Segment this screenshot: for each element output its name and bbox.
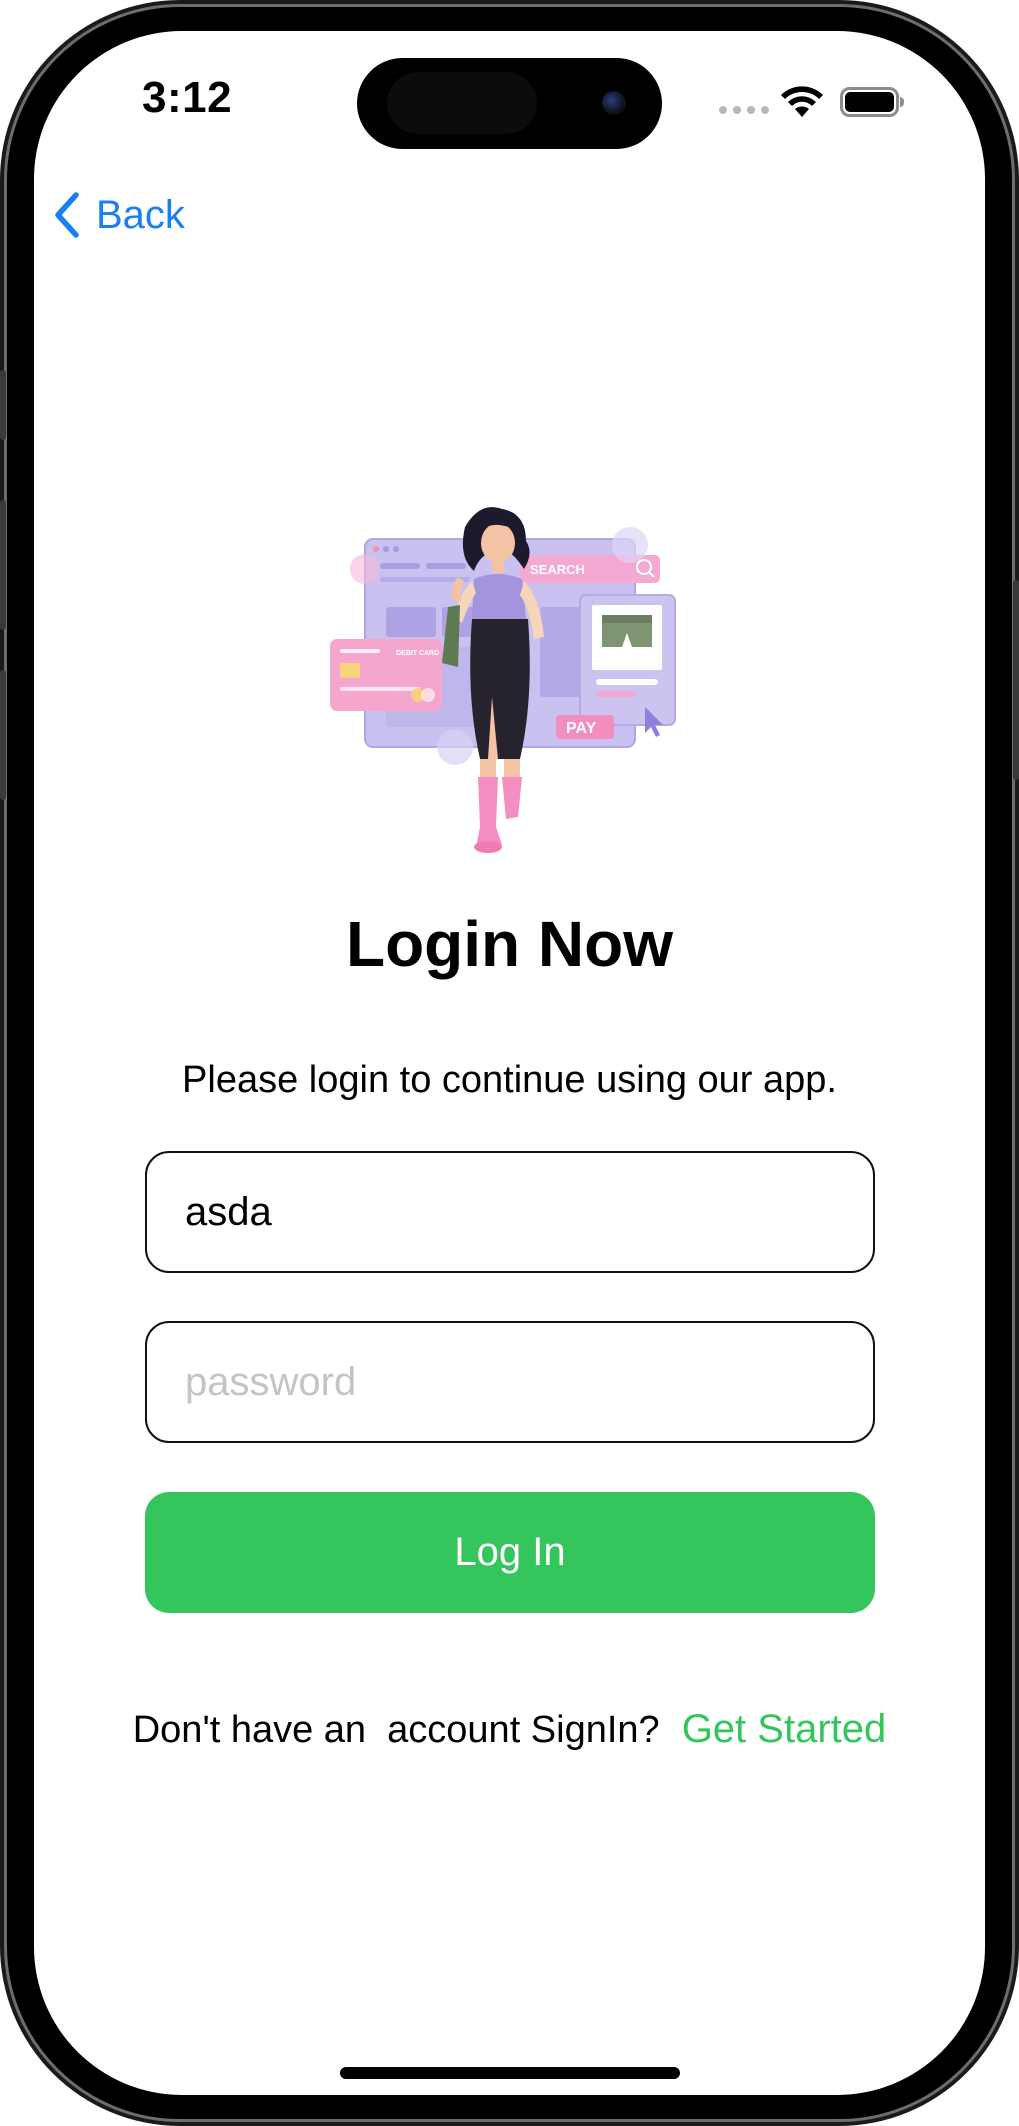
back-button[interactable]: Back (52, 187, 185, 243)
login-button[interactable]: Log In (145, 1492, 875, 1613)
username-input[interactable] (145, 1151, 875, 1273)
illustration-pay-text: PAY (566, 720, 597, 737)
shopping-woman-illustration: SEARCH PAY DEBIT CARD (330, 507, 676, 853)
cellular-signal-icon (719, 106, 769, 114)
chevron-left-icon (55, 192, 79, 238)
power-button (1013, 580, 1019, 780)
wifi-icon (781, 86, 823, 117)
signup-prompt-text: Don't have an account SignIn? (132, 1709, 660, 1751)
home-indicator[interactable] (340, 2067, 680, 2079)
page-subtitle: Please login to continue using our app. (182, 1059, 837, 1101)
dynamic-island (357, 58, 662, 149)
illustration-debit-card-text: DEBIT CARD (396, 650, 439, 657)
volume-down-button (0, 670, 6, 800)
page-title: Login Now (345, 908, 674, 980)
back-label: Back (96, 192, 185, 237)
app-screen: 3:12 Back SEARCH PAY DEBIT CARD Login No… (34, 31, 985, 2095)
action-button (0, 370, 6, 440)
phone-frame: 3:12 Back SEARCH PAY DEBIT CARD Login No… (0, 0, 1019, 2126)
island-sensor (387, 72, 537, 134)
signup-prompt-row: Don't have an account SignIn? Get Starte… (34, 1707, 985, 1752)
status-time: 3:12 (142, 73, 233, 122)
battery-icon (840, 87, 904, 117)
get-started-link[interactable]: Get Started (682, 1707, 887, 1752)
password-input[interactable] (145, 1321, 875, 1443)
front-camera-icon (602, 91, 626, 115)
volume-up-button (0, 500, 6, 630)
illustration-search-text: SEARCH (530, 562, 585, 577)
